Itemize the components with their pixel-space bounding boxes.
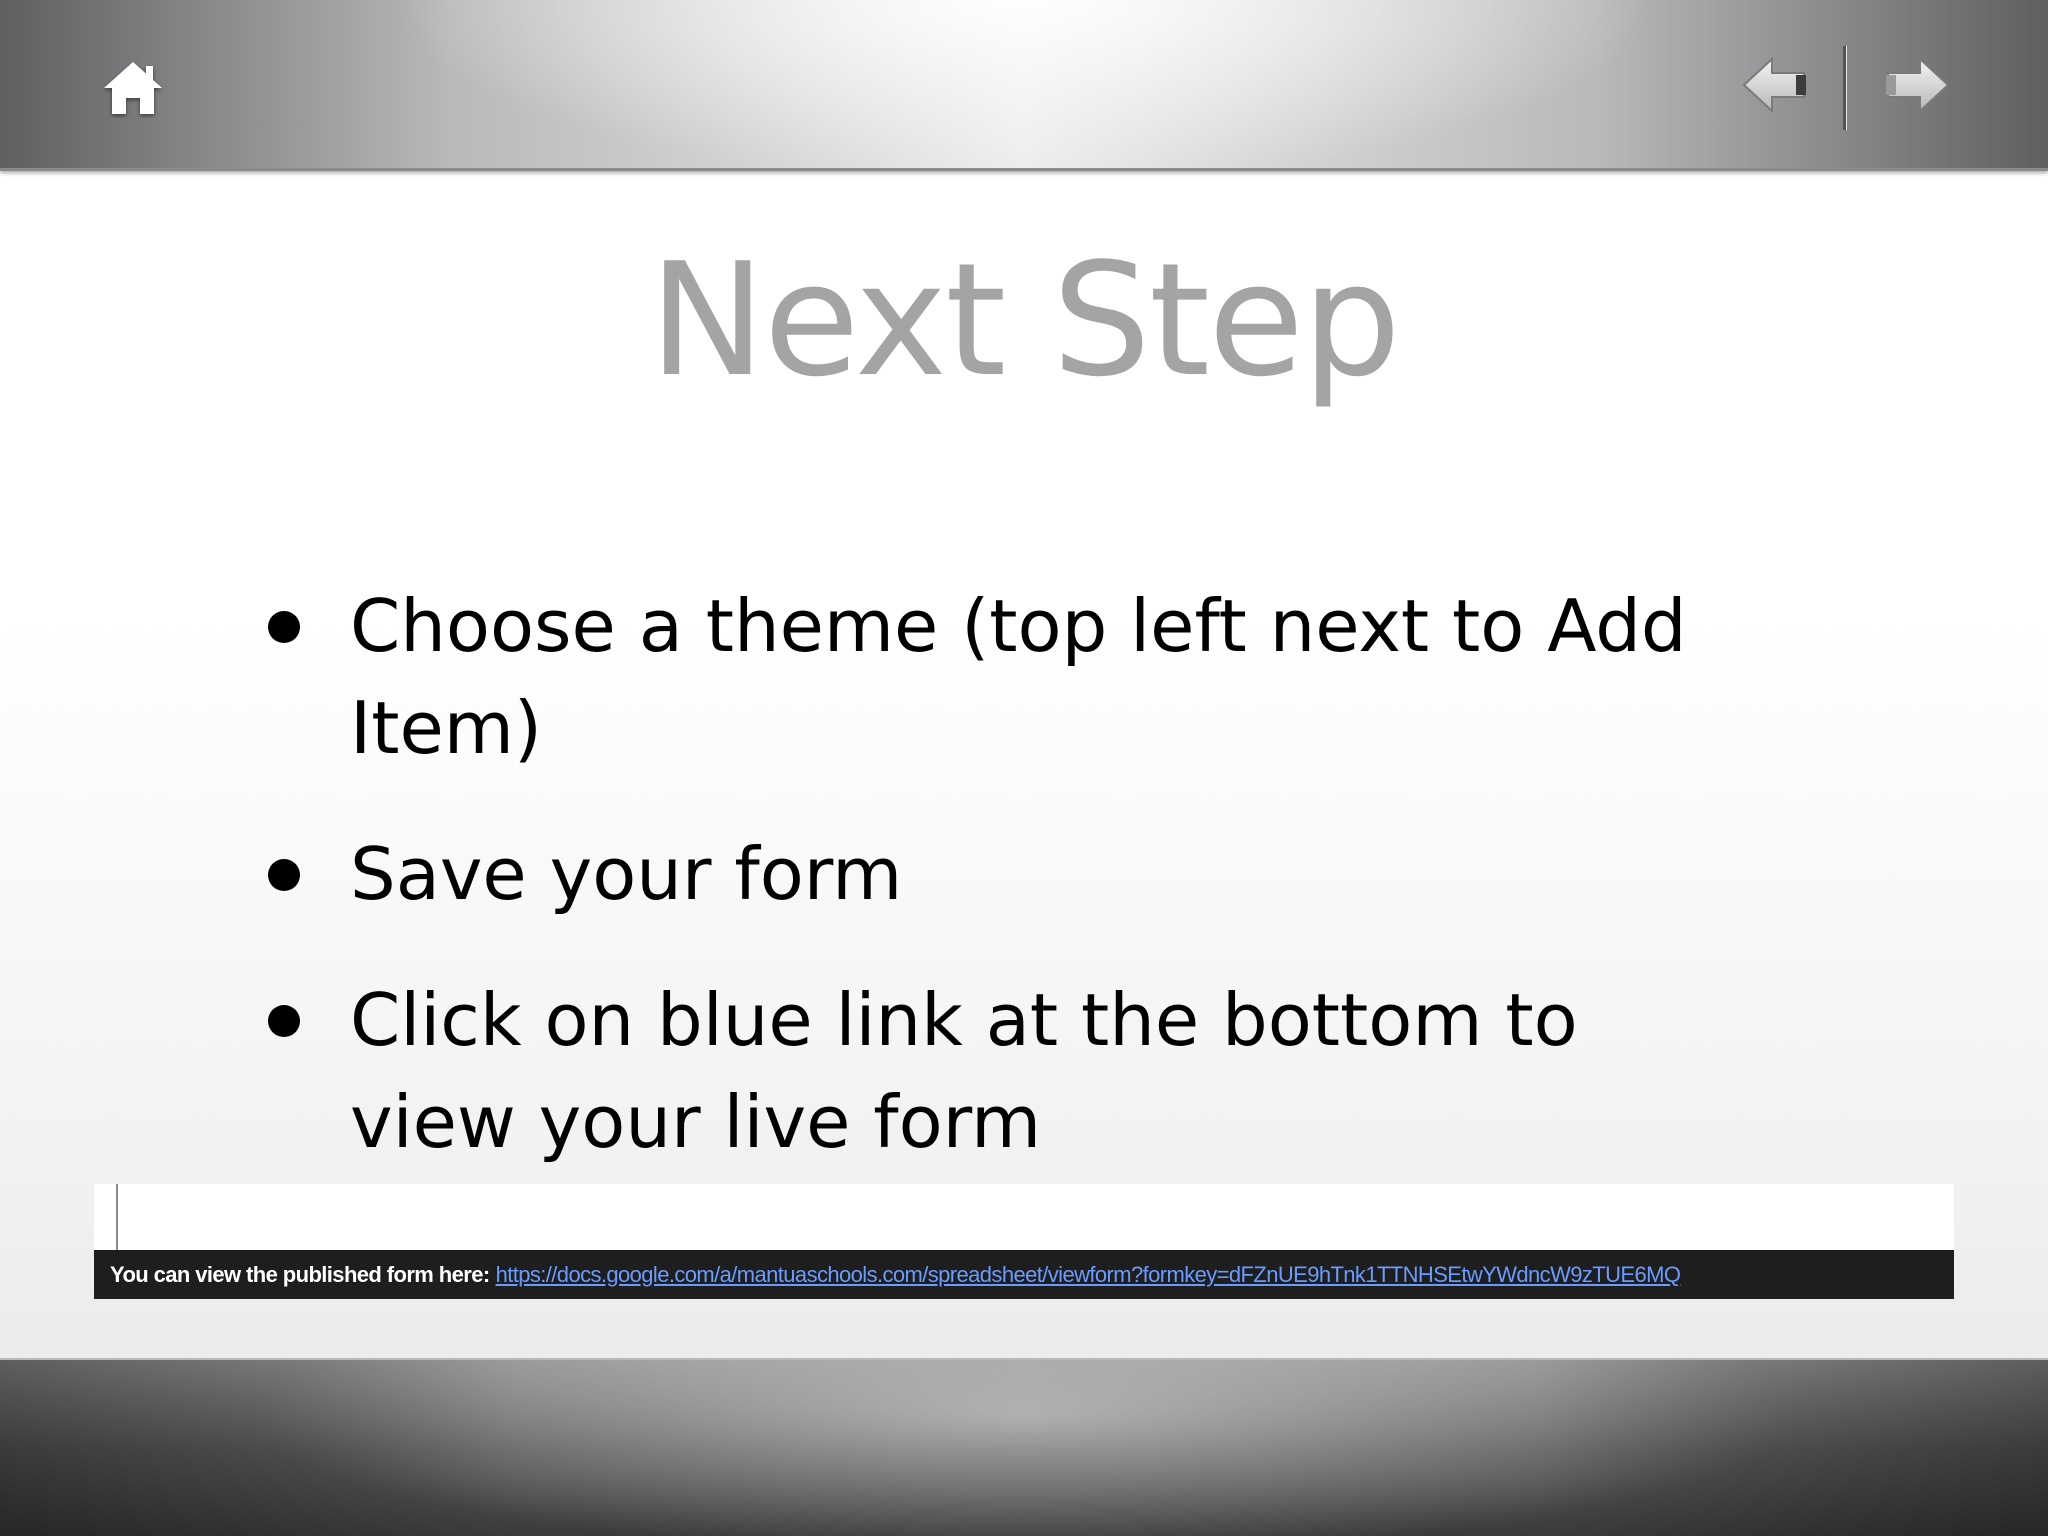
bullet-item: Click on blue link at the bottom to view…	[260, 969, 1760, 1173]
arrow-right-icon	[1886, 56, 1950, 114]
home-button[interactable]	[100, 58, 166, 118]
embedded-screenshot: You can view the published form here: ht…	[94, 1184, 1954, 1299]
top-navigation-bar	[0, 0, 2048, 171]
home-icon	[104, 62, 162, 114]
next-slide-button[interactable]	[1880, 55, 1952, 115]
published-form-link[interactable]: https://docs.google.com/a/mantuaschools.…	[496, 1262, 1681, 1288]
previous-slide-button[interactable]	[1740, 55, 1812, 115]
bullet-marker	[268, 1005, 300, 1037]
text-caret	[116, 1184, 118, 1250]
bullet-item: Save your form	[260, 823, 1760, 925]
bottom-bar-shading	[0, 1360, 2048, 1536]
bullet-item: Choose a theme (top left next to Add Ite…	[260, 575, 1760, 779]
bullet-text: Choose a theme (top left next to Add Ite…	[350, 584, 1687, 770]
bullet-text: Click on blue link at the bottom to view…	[350, 978, 1578, 1164]
bullet-marker	[268, 611, 300, 643]
bottom-bar	[0, 1358, 2048, 1536]
slide-title: Next Step	[648, 229, 1401, 411]
bullet-list: Choose a theme (top left next to Add Ite…	[260, 575, 1760, 1217]
published-form-label: You can view the published form here:	[110, 1261, 490, 1287]
published-form-bar: You can view the published form here: ht…	[94, 1250, 1954, 1299]
bullet-marker	[268, 859, 300, 891]
arrow-left-icon	[1742, 56, 1806, 114]
bullet-text: Save your form	[350, 832, 903, 916]
nav-divider	[1843, 46, 1846, 130]
